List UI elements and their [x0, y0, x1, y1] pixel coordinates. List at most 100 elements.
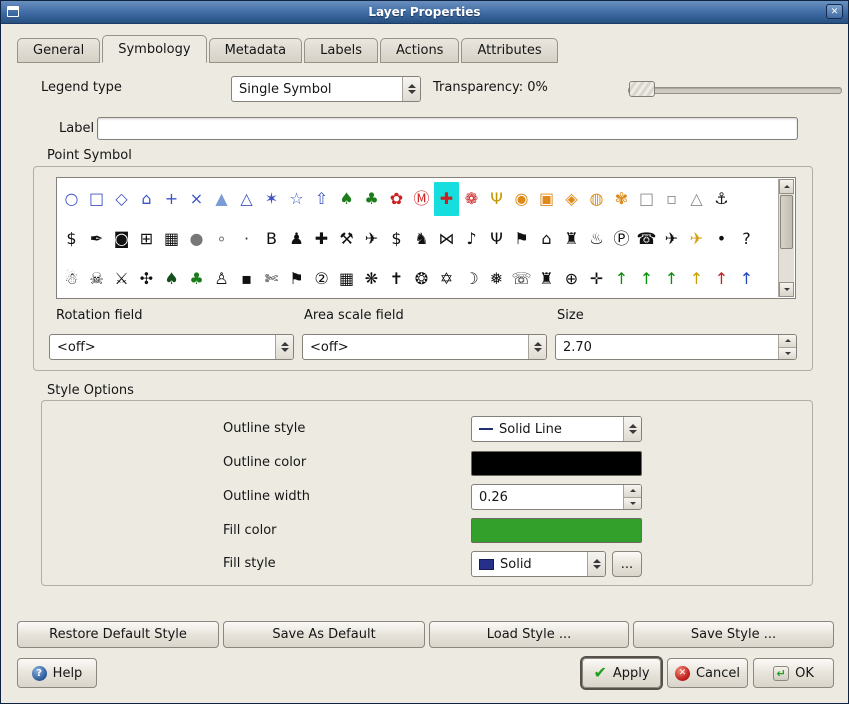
symbol-item[interactable]: ♜: [534, 262, 559, 296]
symbol-item[interactable]: ✒: [84, 222, 109, 256]
symbol-item[interactable]: ▦: [334, 262, 359, 296]
symbol-item[interactable]: ×: [184, 182, 209, 216]
symbol-item[interactable]: ◇: [109, 182, 134, 216]
symbol-item[interactable]: Ⓟ: [609, 222, 634, 256]
close-button[interactable]: ✕: [826, 4, 843, 19]
symbol-item[interactable]: ✝: [384, 262, 409, 296]
symbol-item[interactable]: ⌂: [134, 182, 159, 216]
help-button[interactable]: ? Help: [17, 658, 97, 688]
symbol-item[interactable]: ▫: [659, 182, 684, 216]
tab-metadata[interactable]: Metadata: [209, 38, 303, 63]
symbol-item[interactable]: △: [684, 182, 709, 216]
titlebar[interactable]: Layer Properties ✕: [1, 1, 848, 24]
save-as-default-button[interactable]: Save As Default: [223, 621, 425, 648]
symbol-item[interactable]: $: [59, 222, 84, 256]
spin-up-icon[interactable]: [624, 485, 641, 498]
symbol-item[interactable]: ✚: [309, 222, 334, 256]
symbol-item[interactable]: ☽: [459, 262, 484, 296]
symbol-item[interactable]: ✡: [434, 262, 459, 296]
save-style-button[interactable]: Save Style ...: [633, 621, 834, 648]
ok-button[interactable]: ↵ OK: [753, 658, 834, 688]
symbol-item[interactable]: ☆: [284, 182, 309, 216]
symbol-item[interactable]: ↑: [709, 262, 734, 296]
symbol-item[interactable]: ♣: [359, 182, 384, 216]
symbol-item[interactable]: ✄: [259, 262, 284, 296]
slider-handle[interactable]: [629, 81, 655, 97]
symbol-item[interactable]: ⚔: [109, 262, 134, 296]
symbol-item[interactable]: ⌂: [534, 222, 559, 256]
symbol-item[interactable]: ⚑: [509, 222, 534, 256]
symbol-item[interactable]: $: [384, 222, 409, 256]
symbol-item[interactable]: ❋: [359, 262, 384, 296]
symbol-item[interactable]: ⋈: [434, 222, 459, 256]
symbol-item[interactable]: ✈: [659, 222, 684, 256]
symbol-item[interactable]: ↑: [609, 262, 634, 296]
symbol-item[interactable]: ❁: [459, 182, 484, 216]
outline-width-spinner[interactable]: 0.26: [471, 484, 642, 510]
symbol-item[interactable]: ⚑: [284, 262, 309, 296]
symbol-item[interactable]: ♨: [584, 222, 609, 256]
symbol-item[interactable]: ✚: [434, 182, 459, 216]
symbol-item[interactable]: ☏: [509, 262, 534, 296]
symbol-item[interactable]: ◈: [559, 182, 584, 216]
symbol-item[interactable]: ♟: [284, 222, 309, 256]
symbol-item[interactable]: ♪: [459, 222, 484, 256]
symbol-item[interactable]: ⚒: [334, 222, 359, 256]
load-style-button[interactable]: Load Style ...: [429, 621, 629, 648]
symbol-item[interactable]: ◉: [509, 182, 534, 216]
symbol-item[interactable]: ♙: [209, 262, 234, 296]
symbol-item[interactable]: Ψ: [484, 222, 509, 256]
symbol-item[interactable]: ✈: [359, 222, 384, 256]
outline-color-button[interactable]: [471, 451, 642, 476]
symbol-item[interactable]: ✶: [259, 182, 284, 216]
symbol-scrollbar[interactable]: [778, 179, 794, 297]
symbol-item[interactable]: ②: [309, 262, 334, 296]
symbol-item[interactable]: ⇧: [309, 182, 334, 216]
symbol-item[interactable]: ☃: [59, 262, 84, 296]
symbol-item[interactable]: ⊕: [559, 262, 584, 296]
symbol-item[interactable]: ♠: [334, 182, 359, 216]
symbol-item[interactable]: Ⓜ: [409, 182, 434, 216]
symbol-item[interactable]: ▪: [234, 262, 259, 296]
symbol-item[interactable]: ⚓: [709, 182, 734, 216]
tab-symbology[interactable]: Symbology: [102, 35, 206, 63]
size-spinner[interactable]: 2.70: [555, 334, 797, 360]
transparency-slider[interactable]: [628, 81, 842, 97]
symbol-item[interactable]: ☠: [84, 262, 109, 296]
symbol-item[interactable]: •: [709, 222, 734, 256]
symbol-item[interactable]: ▣: [534, 182, 559, 216]
symbol-item[interactable]: ▦: [159, 222, 184, 256]
restore-default-style-button[interactable]: Restore Default Style: [17, 621, 219, 648]
cancel-button[interactable]: ✕ Cancel: [667, 658, 748, 688]
tab-labels[interactable]: Labels: [304, 38, 378, 63]
apply-button[interactable]: ✔ Apply: [582, 658, 661, 688]
symbol-item[interactable]: ❂: [409, 262, 434, 296]
scroll-up-icon[interactable]: [779, 179, 794, 194]
tab-actions[interactable]: Actions: [380, 38, 460, 63]
symbol-item[interactable]: ♣: [184, 262, 209, 296]
symbol-item[interactable]: ♜: [559, 222, 584, 256]
symbol-item[interactable]: ♠: [159, 262, 184, 296]
symbol-item[interactable]: ○: [59, 182, 84, 216]
symbol-item[interactable]: ◙: [109, 222, 134, 256]
symbol-item[interactable]: ✾: [609, 182, 634, 216]
symbol-item[interactable]: ▲: [209, 182, 234, 216]
symbol-item[interactable]: ❅: [484, 262, 509, 296]
fill-color-button[interactable]: [471, 518, 642, 543]
symbol-list[interactable]: ○□◇⌂+×▲△✶☆⇧♠♣✿Ⓜ✚❁Ψ◉▣◈◍✾□▫△⚓$✒◙⊞▦●∘·B♟✚⚒✈…: [56, 177, 796, 299]
symbol-item[interactable]: ♞: [409, 222, 434, 256]
tab-general[interactable]: General: [17, 38, 100, 63]
symbol-item[interactable]: ·: [234, 222, 259, 256]
symbol-item[interactable]: ↑: [684, 262, 709, 296]
symbol-item[interactable]: □: [84, 182, 109, 216]
symbol-item[interactable]: ✣: [134, 262, 159, 296]
symbol-item[interactable]: ⊞: [134, 222, 159, 256]
symbol-item[interactable]: ✈: [684, 222, 709, 256]
area-scale-field-select[interactable]: <off>: [302, 334, 547, 360]
symbol-item[interactable]: Ψ: [484, 182, 509, 216]
legend-type-select[interactable]: Single Symbol: [231, 76, 421, 102]
symbol-item[interactable]: □: [634, 182, 659, 216]
spin-down-icon[interactable]: [624, 498, 641, 510]
tab-attributes[interactable]: Attributes: [461, 38, 557, 63]
symbol-item[interactable]: ☎: [634, 222, 659, 256]
